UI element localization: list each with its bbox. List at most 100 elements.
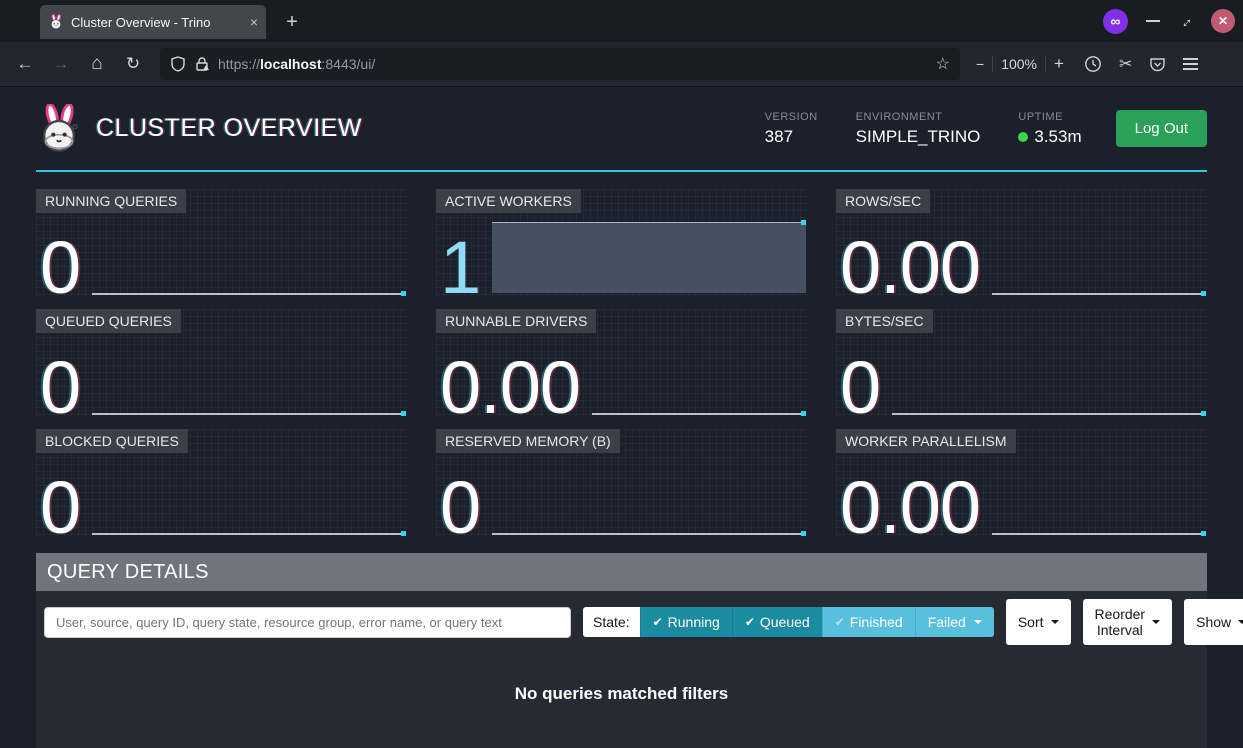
uptime-label: UPTIME	[1018, 111, 1081, 123]
metric-value: 1	[440, 240, 480, 296]
metric-label: RUNNING QUERIES	[36, 189, 186, 213]
forward-button[interactable]: →	[46, 49, 76, 79]
chevron-down-icon	[974, 620, 982, 624]
new-tab-button[interactable]: +	[278, 8, 306, 36]
browser-titlebar: Cluster Overview - Trino × + ∞ ↔ ✕	[0, 0, 1243, 42]
restore-button[interactable]: ↔	[1174, 10, 1197, 33]
query-search-input[interactable]	[44, 607, 571, 638]
back-button[interactable]: ←	[10, 49, 40, 79]
metric-value: 0	[40, 480, 80, 536]
sparkline	[992, 533, 1206, 535]
check-icon: ✔	[835, 615, 845, 629]
url-bar[interactable]: https://localhost:8443/ui/ ☆	[160, 48, 960, 80]
sparkline	[92, 533, 406, 535]
bookmark-star-icon[interactable]: ☆	[936, 54, 950, 74]
version-label: VERSION	[765, 111, 818, 123]
environment-stat: ENVIRONMENT SIMPLE_TRINO	[856, 111, 981, 147]
metric-value: 0.00	[440, 360, 580, 416]
metric-label: ACTIVE WORKERS	[436, 189, 581, 213]
metric-card-worker-parallelism: WORKER PARALLELISM 0.00	[836, 429, 1207, 536]
close-button[interactable]: ✕	[1211, 9, 1235, 33]
metric-card-active-workers: ACTIVE WORKERS 1	[436, 189, 807, 296]
browser-toolbar: ← → ⌂ ↻ https://localhost:8443/ui/ ☆ − 1…	[0, 42, 1243, 87]
shield-icon[interactable]	[170, 56, 186, 72]
cluster-overview-page: CLUSTER OVERVIEW VERSION 387 ENVIRONMENT…	[0, 87, 1243, 748]
sparkline	[92, 413, 406, 415]
no-queries-message: No queries matched filters	[36, 653, 1207, 748]
version-value: 387	[765, 127, 818, 147]
sparkline	[492, 222, 806, 293]
zoom-out-button[interactable]: −	[976, 56, 984, 72]
uptime-stat: UPTIME 3.53m	[1018, 111, 1081, 147]
sparkline	[92, 293, 406, 295]
app-header: CLUSTER OVERVIEW VERSION 387 ENVIRONMENT…	[36, 87, 1207, 172]
query-details-title: QUERY DETAILS	[36, 553, 1207, 591]
browser-tab[interactable]: Cluster Overview - Trino ×	[40, 5, 266, 39]
check-icon: ✔	[653, 615, 663, 629]
metric-value: 0.00	[840, 240, 980, 296]
metric-label: BYTES/SEC	[836, 309, 933, 333]
metric-card-bytes-sec: BYTES/SEC 0	[836, 309, 1207, 416]
metric-card-blocked-queries: BLOCKED QUERIES 0	[36, 429, 407, 536]
state-filter-running[interactable]: ✔ Running	[640, 607, 732, 637]
uptime-status-dot	[1018, 132, 1028, 142]
metric-label: BLOCKED QUERIES	[36, 429, 188, 453]
chevron-down-icon	[1051, 620, 1059, 624]
query-filter-toolbar: State: ✔ Running ✔ Queued ✔ Finished Fai…	[36, 591, 1207, 653]
pocket-icon[interactable]	[1149, 56, 1166, 73]
state-filter-queued[interactable]: ✔ Queued	[732, 607, 822, 637]
uptime-value: 3.53m	[1034, 127, 1081, 147]
url-text: https://localhost:8443/ui/	[218, 56, 928, 72]
metric-value: 0	[440, 480, 480, 536]
query-details-panel: QUERY DETAILS State: ✔ Running ✔ Queued …	[36, 553, 1207, 748]
metric-card-reserved-memory: RESERVED MEMORY (B) 0	[436, 429, 807, 536]
metric-card-rows-sec: ROWS/SEC 0.00	[836, 189, 1207, 296]
metric-value: 0.00	[840, 480, 980, 536]
chevron-down-icon	[1238, 620, 1243, 624]
lock-warning-icon[interactable]	[194, 56, 210, 72]
zoom-level[interactable]: 100%	[1001, 56, 1037, 72]
home-button[interactable]: ⌂	[82, 49, 112, 79]
metric-label: ROWS/SEC	[836, 189, 930, 213]
menu-button[interactable]	[1183, 58, 1198, 70]
tab-close-icon[interactable]: ×	[250, 14, 258, 30]
sparkline	[992, 293, 1206, 295]
sparkline	[492, 533, 806, 535]
chevron-down-icon	[1152, 620, 1160, 624]
sparkline	[592, 413, 806, 415]
environment-value: SIMPLE_TRINO	[856, 127, 981, 147]
trino-favicon-icon	[48, 14, 64, 30]
sparkline	[892, 413, 1206, 415]
reload-button[interactable]: ↻	[118, 49, 148, 79]
history-clock-icon[interactable]	[1084, 55, 1102, 73]
screenshot-scissors-icon[interactable]: ✂	[1119, 54, 1132, 74]
metric-label: RESERVED MEMORY (B)	[436, 429, 620, 453]
divider	[992, 56, 993, 72]
metric-value: 0	[40, 360, 80, 416]
metric-label: QUEUED QUERIES	[36, 309, 181, 333]
metric-label: WORKER PARALLELISM	[836, 429, 1016, 453]
state-filter-label: State:	[583, 607, 640, 637]
environment-label: ENVIRONMENT	[856, 111, 981, 123]
metric-value: 0	[40, 240, 80, 296]
private-browsing-icon: ∞	[1103, 9, 1128, 34]
show-dropdown-button[interactable]: Show	[1184, 599, 1243, 645]
metric-value: 0	[840, 360, 880, 416]
logout-button[interactable]: Log Out	[1116, 110, 1207, 147]
zoom-in-button[interactable]: +	[1054, 54, 1064, 74]
metric-cards-grid: RUNNING QUERIES 0 ACTIVE WORKERS 1 ROWS/…	[36, 189, 1207, 536]
metric-card-running-queries: RUNNING QUERIES 0	[36, 189, 407, 296]
version-stat: VERSION 387	[765, 111, 818, 147]
trino-bunny-logo	[36, 104, 82, 154]
reorder-interval-dropdown-button[interactable]: Reorder Interval	[1083, 599, 1173, 645]
state-filter-finished[interactable]: ✔ Finished	[822, 607, 915, 637]
page-title: CLUSTER OVERVIEW	[96, 114, 362, 143]
tab-title: Cluster Overview - Trino	[71, 15, 243, 30]
divider	[1045, 56, 1046, 72]
state-filter-group: State: ✔ Running ✔ Queued ✔ Finished Fai…	[583, 607, 994, 637]
minimize-button[interactable]	[1146, 20, 1160, 22]
metric-card-queued-queries: QUEUED QUERIES 0	[36, 309, 407, 416]
metric-card-runnable-drivers: RUNNABLE DRIVERS 0.00	[436, 309, 807, 416]
state-filter-failed-dropdown[interactable]: Failed	[915, 607, 994, 637]
sort-dropdown-button[interactable]: Sort	[1006, 599, 1071, 645]
